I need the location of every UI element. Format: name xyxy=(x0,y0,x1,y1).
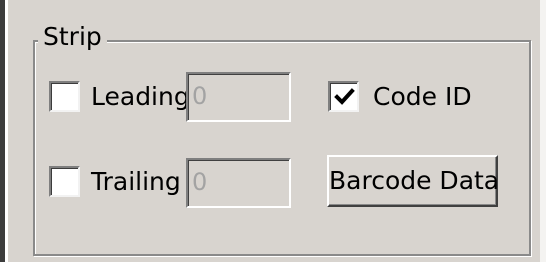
leading-count-field[interactable]: 0 xyxy=(186,72,291,122)
code-id-checkbox[interactable] xyxy=(328,81,359,112)
leading-label: Leading xyxy=(91,82,190,111)
leading-checkbox[interactable] xyxy=(49,81,80,112)
strip-group-title: Strip xyxy=(38,22,107,52)
checkmark-icon xyxy=(334,88,355,105)
trailing-checkbox[interactable] xyxy=(49,166,80,197)
window-border-bottom xyxy=(0,262,546,268)
window-border-highlight xyxy=(5,0,8,268)
trailing-count-field[interactable]: 0 xyxy=(186,158,291,208)
code-id-label: Code ID xyxy=(373,82,472,111)
trailing-label: Trailing xyxy=(91,167,181,196)
window-border-right xyxy=(540,0,546,268)
barcode-data-button[interactable]: Barcode Data xyxy=(327,155,499,207)
dialog-panel: Strip Leading 0 Trailing 0 Code ID Barco… xyxy=(0,0,546,268)
